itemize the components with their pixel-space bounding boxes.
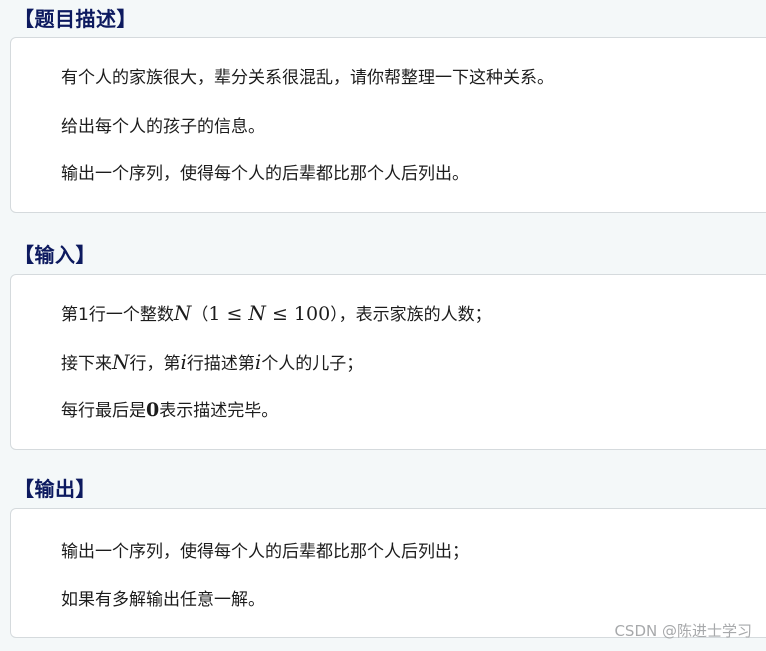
input-line-3-post: 表示描述完毕。 — [159, 401, 279, 421]
output-line-1: 输出一个序列，使得每个人的后辈都比那个人后列出； — [61, 542, 469, 562]
input-heading: 【输入】 — [14, 243, 96, 267]
description-line-3: 输出一个序列，使得每个人的后辈都比那个人后列出。 — [61, 164, 469, 184]
input-line-3: 每行最后是0表示描述完毕。 — [61, 398, 278, 423]
input-line-2-var-n: N — [112, 350, 130, 374]
description-line-1: 有个人的家族很大，辈分关系很混乱，请你帮整理一下这种关系。 — [61, 68, 554, 88]
input-line-1: 第1行一个整数N（1 ≤ N ≤ 100），表示家族的人数； — [61, 301, 492, 327]
input-card: 第1行一个整数N（1 ≤ N ≤ 100），表示家族的人数； 接下来N行，第i行… — [10, 274, 766, 450]
input-line-1-var-n: N — [173, 301, 192, 325]
input-line-2-mid-1: 行，第 — [129, 354, 181, 374]
input-line-1-range-a: 1 ≤ — [208, 303, 249, 325]
description-heading: 【题目描述】 — [14, 7, 137, 31]
csdn-watermark: CSDN @陈进士学习 — [614, 622, 752, 640]
output-card: 输出一个序列，使得每个人的后辈都比那个人后列出； 如果有多解输出任意一解。 — [10, 508, 766, 638]
input-line-1-range-open: （ — [191, 305, 209, 325]
input-line-1-range-var: N — [248, 301, 266, 325]
input-line-1-range-b: ≤ 100 — [265, 303, 331, 325]
output-line-2: 如果有多解输出任意一解。 — [61, 590, 265, 610]
input-line-2-mid-2: 行描述第 — [186, 354, 255, 374]
input-line-1-range-close: ），表示家族的人数； — [330, 305, 492, 325]
input-line-3-zero: 0 — [146, 399, 160, 421]
output-heading: 【输出】 — [14, 477, 96, 501]
description-card: 有个人的家族很大，辈分关系很混乱，请你帮整理一下这种关系。 给出每个人的孩子的信… — [10, 37, 766, 213]
input-line-1-pre: 第1行一个整数 — [61, 305, 174, 325]
input-line-2-pre: 接下来 — [61, 354, 112, 374]
input-line-2: 接下来N行，第i行描述第i个人的儿子； — [61, 350, 363, 376]
description-line-2: 给出每个人的孩子的信息。 — [61, 117, 265, 137]
input-line-2-post: 个人的儿子； — [261, 354, 364, 374]
input-line-3-pre: 每行最后是 — [61, 401, 146, 421]
